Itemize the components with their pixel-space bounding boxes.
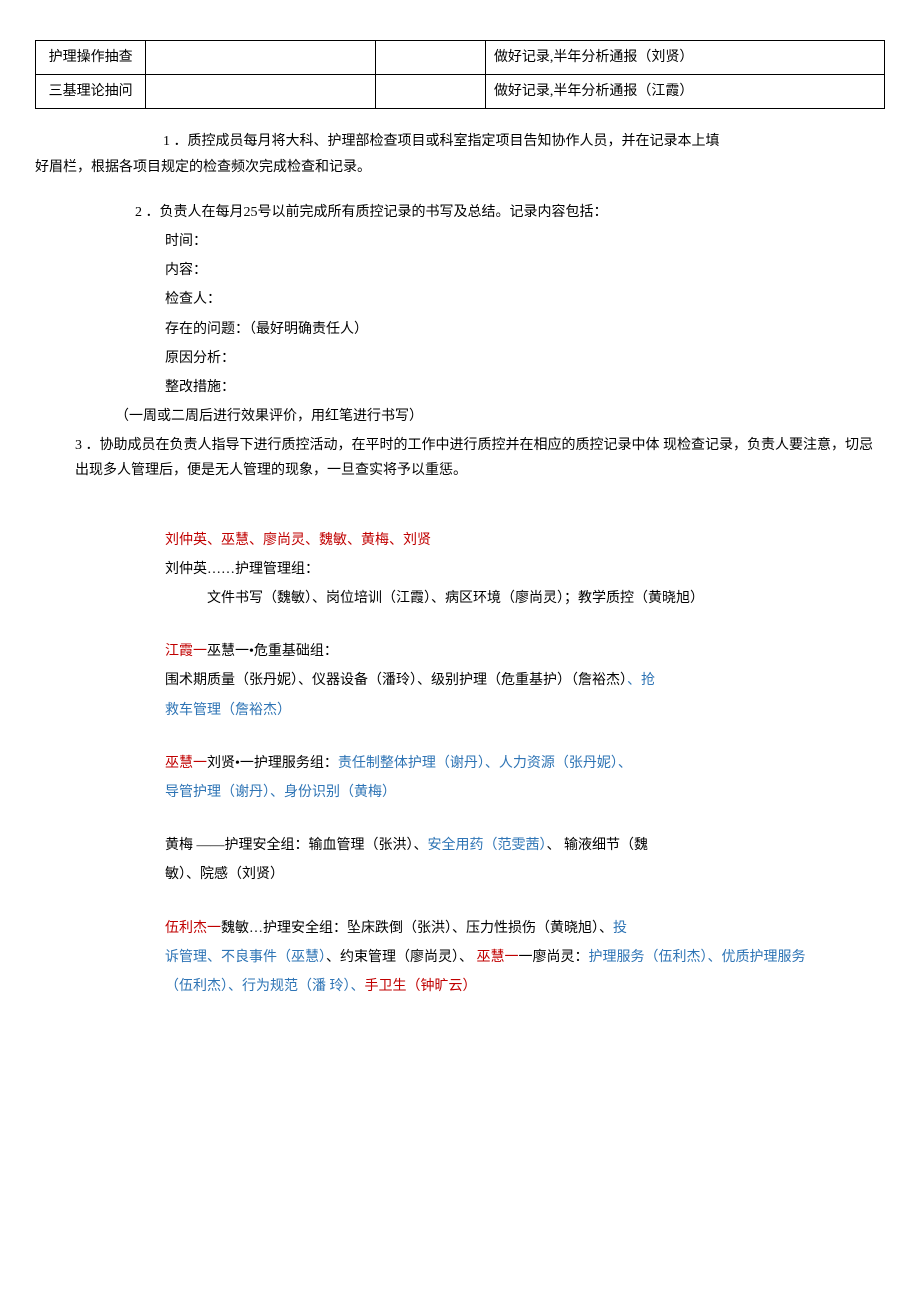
cell-blank-2a xyxy=(146,75,375,109)
group5-line2-red: 巫慧一 xyxy=(477,950,519,965)
cell-item-2: 三基理论抽问 xyxy=(36,75,146,109)
group4-detail-blue: 安全用药（范雯茜） xyxy=(428,838,547,853)
cell-item-1: 护理操作抽查 xyxy=(36,41,146,75)
group5-line2: 诉管理、不良事件（巫慧）、约束管理（廖尚灵）、 巫慧一一廖尚灵：护理服务（伍利杰… xyxy=(35,945,885,970)
group5-line3-blue: （伍利杰）、行为规范（潘 玲）、 xyxy=(165,979,365,994)
list-inspector: 检查人： xyxy=(35,287,885,312)
group1-detail: 文件书写（魏敏）、岗位培训（江霞）、病区环境（廖尚灵）；教学质控（黄晓旭） xyxy=(35,586,885,611)
list-problem: 存在的问题：（最好明确责任人） xyxy=(35,317,885,342)
list-content: 内容： xyxy=(35,258,885,283)
group2-sep: 、 xyxy=(627,673,641,688)
group3-prefix: 巫慧一 xyxy=(165,756,207,771)
group5-line2-blue: 诉管理、不良事件（巫慧） xyxy=(165,950,326,965)
group2-detail-b: 抢 xyxy=(641,673,655,688)
group5-line2-plain: 、约束管理（廖尚灵）、 xyxy=(326,950,477,965)
cell-blank-1a xyxy=(146,41,375,75)
list-reason: 原因分析： xyxy=(35,346,885,371)
group3-title-line: 巫慧一刘贤•一护理服务组：责任制整体护理（谢丹）、人力资源（张丹妮）、 xyxy=(35,751,885,776)
group5-line2-plain2: 一廖尚灵： xyxy=(519,950,589,965)
group4-detail-a: 输血管理（张洪）、 xyxy=(309,838,428,853)
table-row: 三基理论抽问 做好记录,半年分析通报（江霞） xyxy=(36,75,885,109)
group4-line1: 黄梅 ——护理安全组：输血管理（张洪）、安全用药（范雯茜）、 输液细节（魏 xyxy=(35,833,885,858)
group1-title: 刘仲英……护理管理组： xyxy=(35,557,885,582)
paragraph-1a: 1 ．质控成员每月将大科、护理部检查项目或科室指定项目告知协作人员，并在记录本上… xyxy=(35,129,885,154)
paragraph-3: 3 ．协助成员在负责人指导下进行质控活动，在平时的工作中进行质控并在相应的质控记… xyxy=(35,433,885,483)
list-measure: 整改措施： xyxy=(35,375,885,400)
group5-blue1: 投 xyxy=(613,921,627,936)
group2-detail-a: 围术期质量（张丹妮）、仪器设备（潘玲）、级别护理（危重基护）（詹裕杰） xyxy=(165,673,627,688)
cell-note-2: 做好记录,半年分析通报（江霞） xyxy=(485,75,884,109)
group3-rest: 刘贤•一护理服务组： xyxy=(207,756,338,771)
paragraph-1b: 好眉栏，根据各项目规定的检查频次完成检查和记录。 xyxy=(35,155,885,180)
group3-detail-line2: 导管护理（谢丹）、身份识别（黄梅） xyxy=(165,785,396,800)
group3-detail-blue1: 责任制整体护理（谢丹）、人力资源（张丹妮）、 xyxy=(338,756,632,771)
table-row: 护理操作抽查 做好记录,半年分析通报（刘贤） xyxy=(36,41,885,75)
paragraph-2: 2 ．负责人在每月25号以前完成所有质控记录的书写及总结。记录内容包括： xyxy=(35,200,885,225)
group5-line3-red: 手卫生（钟旷云） xyxy=(365,979,477,994)
group2-title-line: 江霞一巫慧一•危重基础组： xyxy=(35,639,885,664)
group5-line1: 伍利杰一魏敏…护理安全组：坠床跌倒（张洪）、压力性损伤（黄晓旭）、投 xyxy=(35,916,885,941)
group1-leaders: 刘仲英、巫慧、廖尚灵、魏敏、黄梅、刘贤 xyxy=(165,533,431,548)
group5-rest: 魏敏…护理安全组：坠床跌倒（张洪）、压力性损伤（黄晓旭）、 xyxy=(221,921,613,936)
group4-detail-c: 敏）、院感（刘贤） xyxy=(35,862,885,887)
schedule-table: 护理操作抽查 做好记录,半年分析通报（刘贤） 三基理论抽问 做好记录,半年分析通… xyxy=(35,40,885,109)
group5-prefix: 伍利杰一 xyxy=(165,921,221,936)
group2-prefix: 江霞一 xyxy=(165,644,207,659)
cell-blank-2b xyxy=(375,75,485,109)
group5-line2-blue2: 护理服务（伍利杰）、优质护理服务 xyxy=(589,950,806,965)
group5-line3: （伍利杰）、行为规范（潘 玲）、手卫生（钟旷云） xyxy=(35,974,885,999)
group2-detail-line1: 围术期质量（张丹妮）、仪器设备（潘玲）、级别护理（危重基护）（詹裕杰）、抢 xyxy=(35,668,885,693)
group2-detail-c: 救车管理（詹裕杰） xyxy=(165,703,291,718)
cell-blank-1b xyxy=(375,41,485,75)
cell-note-1: 做好记录,半年分析通报（刘贤） xyxy=(485,41,884,75)
paragraph-note: （一周或二周后进行效果评价，用红笔进行书写） xyxy=(35,404,885,429)
list-time: 时间： xyxy=(35,229,885,254)
group4-title: 黄梅 ——护理安全组： xyxy=(165,838,309,853)
group4-detail-b: 、 输液细节（魏 xyxy=(547,838,649,853)
group2-rest: 巫慧一•危重基础组： xyxy=(207,644,338,659)
